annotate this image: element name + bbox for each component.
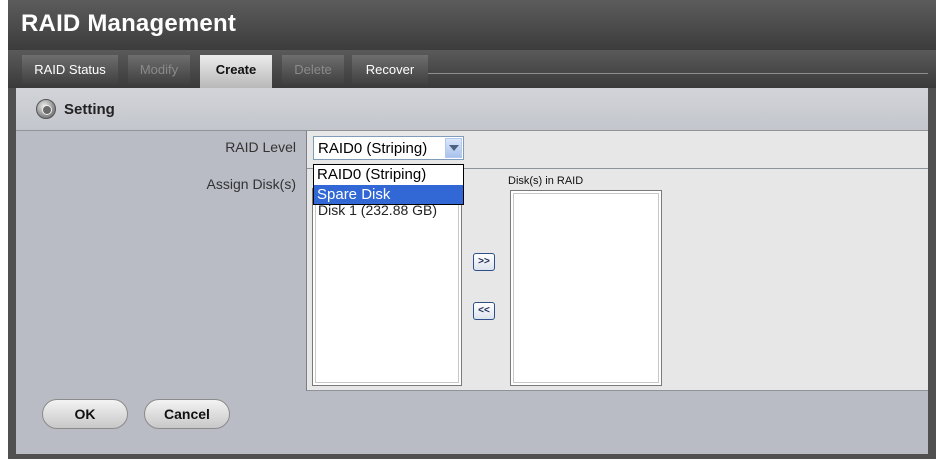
- tab-recover[interactable]: Recover: [352, 55, 428, 84]
- button-bar: OK Cancel: [16, 391, 928, 454]
- column-divider: [306, 131, 307, 391]
- chevron-down-icon[interactable]: [445, 138, 462, 158]
- raid-level-value: RAID0 (Striping): [318, 140, 428, 157]
- disks-in-raid-list[interactable]: [510, 190, 662, 386]
- raid-management-window: RAID Management RAID Status Modify Creat…: [8, 0, 936, 459]
- raid-level-select[interactable]: RAID0 (Striping): [313, 136, 464, 160]
- title-bar: RAID Management: [8, 0, 936, 50]
- tab-bar: RAID Status Modify Create Delete Recover: [8, 50, 936, 88]
- raid-level-dropdown[interactable]: RAID0 (Striping) Spare Disk: [313, 164, 464, 205]
- section-header: Setting: [16, 88, 928, 131]
- tab-create[interactable]: Create: [200, 55, 272, 88]
- add-disk-button[interactable]: >>: [473, 253, 495, 271]
- remove-disk-button[interactable]: <<: [473, 302, 495, 320]
- ok-button[interactable]: OK: [42, 399, 128, 429]
- tab-delete: Delete: [282, 55, 344, 84]
- assign-disks-label: Assign Disk(s): [206, 176, 296, 192]
- page-title: RAID Management: [21, 10, 237, 37]
- section-title: Setting: [64, 101, 115, 118]
- gear-icon: [36, 99, 56, 119]
- content-panel: Setting RAID Level Assign Disk(s) Disk 1…: [16, 88, 928, 454]
- tab-modify: Modify: [128, 55, 190, 84]
- tab-raid-status[interactable]: RAID Status: [22, 55, 118, 84]
- disks-in-raid-caption: Disk(s) in RAID: [508, 175, 584, 187]
- cancel-button[interactable]: Cancel: [144, 399, 230, 429]
- available-disks-list[interactable]: Disk 1 (232.88 GB): [312, 188, 462, 386]
- raid-level-label: RAID Level: [225, 139, 296, 155]
- option-spare-disk[interactable]: Spare Disk: [314, 185, 463, 204]
- option-raid0[interactable]: RAID0 (Striping): [314, 165, 463, 184]
- tab-divider: [428, 73, 928, 74]
